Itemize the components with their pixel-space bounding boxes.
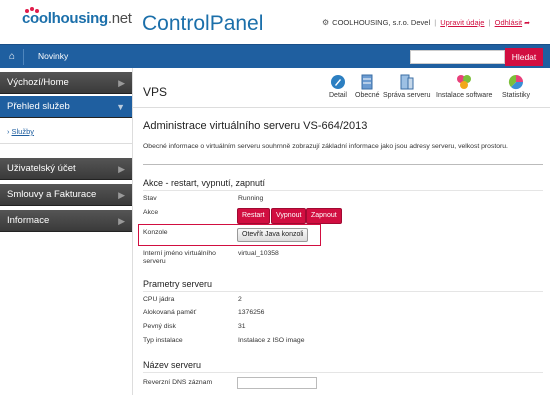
tool-label: Instalace software [436, 92, 493, 99]
sidebar-item-contracts[interactable]: Smlouvy a Fakturace ▶ [0, 184, 132, 206]
param-value: 1376256 [238, 309, 265, 316]
user-area: ⚙ COOLHOUSING, s.r.o. Devel | Upravit úda… [322, 18, 530, 27]
divider [143, 372, 543, 373]
open-java-console-button[interactable]: Otevřít Java konzoli [237, 228, 309, 242]
param-label: Alokovaná paměť [143, 309, 197, 316]
logout-icon[interactable]: ➦ [524, 19, 530, 27]
sidebar-item-label: Výchozí/Home [7, 77, 69, 88]
sidebar-item-label: Přehled služeb [7, 101, 70, 112]
divider [23, 49, 24, 65]
sidebar-subitem-services[interactable]: › Služby [7, 127, 34, 136]
reverse-dns-input[interactable] [237, 377, 317, 389]
param-label: CPU jádra [143, 296, 175, 303]
server-icon [361, 74, 373, 90]
search-input[interactable] [410, 50, 505, 64]
app-title: ControlPanel [142, 12, 264, 35]
user-name: COOLHOUSING, s.r.o. Devel [332, 18, 431, 27]
tool-label: Správa serveru [383, 92, 431, 99]
actions-label: Akce [143, 209, 159, 216]
section-params-title: Prametry serveru [143, 279, 213, 289]
status-label: Stav [143, 195, 157, 202]
param-value: Instalace z ISO image [238, 337, 305, 344]
chevron-down-icon: ▼ [116, 102, 125, 112]
divider [143, 164, 543, 165]
tool-label: Obecné [355, 92, 380, 99]
section-name-title: Název serveru [143, 360, 202, 370]
internal-name-label: Interní jméno virtuálního serveru [143, 250, 216, 265]
search-button[interactable]: Hledat [505, 48, 543, 66]
sidebar-item-info[interactable]: Informace ▶ [0, 210, 132, 232]
content-description: Obecné informace o virtuálním serveru so… [143, 143, 508, 150]
tool-general[interactable]: Obecné [355, 74, 380, 99]
logo-tld: .net [107, 10, 132, 27]
home-icon[interactable]: ⌂ [4, 49, 20, 65]
news-link[interactable]: Novinky [38, 51, 68, 61]
sidebar: Výchozí/Home ▶ Přehled služeb ▼ › Služby … [0, 68, 132, 395]
dns-label: Reverzní DNS záznam [143, 379, 213, 386]
sidebar-submenu: › Služby [0, 119, 132, 144]
param-value: 2 [238, 296, 242, 303]
tool-software-install[interactable]: Instalace software [436, 74, 492, 99]
divider [143, 291, 543, 292]
restart-button[interactable]: Restart [237, 208, 270, 224]
stats-icon [508, 74, 524, 90]
chevron-right-icon: ▶ [118, 164, 125, 174]
tool-label: Statistiky [502, 92, 531, 99]
sidebar-item-services-overview[interactable]: Přehled služeb ▼ [0, 96, 132, 118]
top-navbar: ⌂ Novinky Hledat [0, 44, 550, 68]
pencil-icon [330, 75, 345, 89]
logo-brand: coolhousing [22, 10, 108, 27]
chevron-right-icon: ▶ [118, 216, 125, 226]
content-title: Administrace virtuálního serveru VS-664/… [143, 120, 368, 132]
sidebar-item-label: Smlouvy a Fakturace [7, 189, 97, 200]
arrow-right-icon: › [7, 127, 10, 136]
section-actions-title: Akce - restart, vypnutí, zapnutí [143, 178, 266, 188]
sidebar-subitem-label: Služby [11, 127, 35, 136]
tool-statistics[interactable]: Statistiky [502, 74, 530, 99]
edit-profile-link[interactable]: Upravit údaje [440, 18, 484, 27]
logo[interactable]: coolhousing.net [22, 10, 132, 27]
sidebar-item-home[interactable]: Výchozí/Home ▶ [0, 72, 132, 94]
internal-name-value: virtual_10358 [238, 250, 279, 257]
status-value: Running [238, 195, 264, 202]
logout-link[interactable]: Odhlásit [495, 18, 523, 27]
main-content: VPS Detail Obecné Správa serveru Instala… [132, 68, 550, 395]
logo-panel: coolhousing.net [0, 0, 135, 44]
page-title: VPS [143, 85, 168, 99]
tool-server-management[interactable]: Správa serveru [383, 74, 430, 99]
header: coolhousing.net ControlPanel ⚙ COOLHOUSIN… [0, 0, 550, 44]
param-label: Typ instalace [143, 337, 183, 344]
tool-detail[interactable]: Detail [329, 74, 347, 99]
param-value: 31 [238, 323, 246, 330]
console-label: Konzole [143, 229, 168, 236]
software-icon [457, 75, 472, 89]
sidebar-item-user-account[interactable]: Uživatelský účet ▶ [0, 158, 132, 180]
tool-label: Detail [329, 92, 347, 99]
start-button[interactable]: Zapnout [306, 208, 342, 224]
divider [143, 190, 543, 191]
shutdown-button[interactable]: Vypnout [271, 208, 307, 224]
sidebar-item-label: Informace [7, 215, 50, 226]
user-icon: ⚙ [322, 18, 330, 27]
sidebar-item-label: Uživatelský účet [7, 163, 76, 174]
param-label: Pevný disk [143, 323, 176, 330]
chevron-right-icon: ▶ [118, 78, 125, 88]
chevron-right-icon: ▶ [118, 190, 125, 200]
server-manage-icon [400, 74, 414, 90]
main-toolbar: VPS Detail Obecné Správa serveru Instala… [133, 68, 550, 108]
